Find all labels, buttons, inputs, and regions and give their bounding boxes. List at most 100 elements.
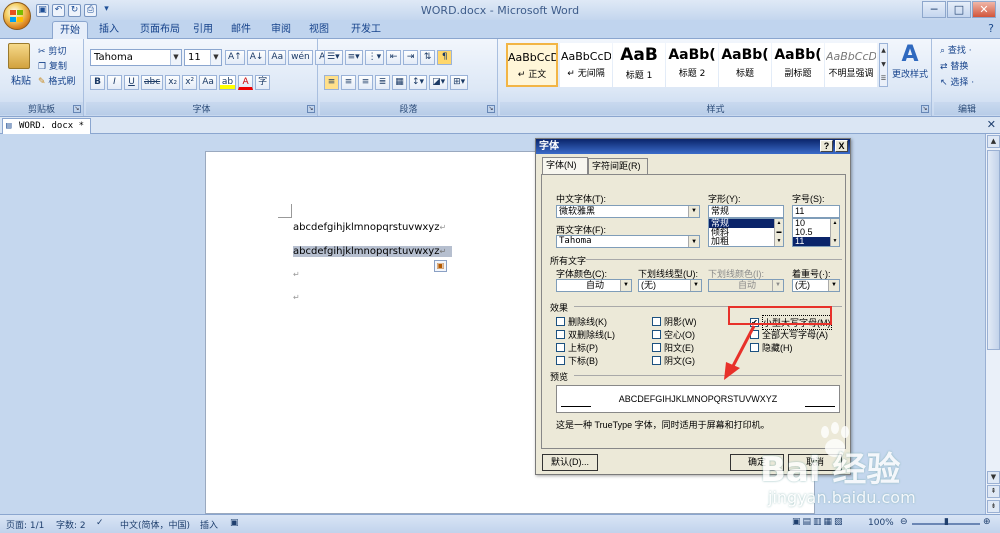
zoom-level[interactable]: 100%	[868, 518, 894, 528]
replace-button[interactable]: ⇄ 替换	[940, 59, 968, 72]
zoom-thumb[interactable]: ▮	[944, 517, 949, 527]
status-insert-mode[interactable]: 插入	[200, 518, 218, 531]
show-marks-icon[interactable]: ¶	[437, 50, 453, 65]
align-center-icon[interactable]: ≡	[341, 75, 356, 90]
borders-icon[interactable]: ⊞▾	[450, 75, 469, 90]
chevron-down-icon[interactable]: ▼	[170, 50, 181, 65]
style-no-spacing[interactable]: AaBbCcD ↵ 无间隔	[560, 43, 612, 87]
bold-button[interactable]: B	[90, 75, 105, 90]
close-document-icon[interactable]: ✕	[987, 118, 996, 131]
paragraph-launcher-icon[interactable]: ↘	[487, 105, 495, 113]
underline-button[interactable]: U	[124, 75, 139, 90]
tab-review[interactable]: 审阅	[264, 21, 298, 39]
style-subtle-emphasis[interactable]: AaBbCcD 不明显强调	[825, 43, 877, 87]
tab-insert[interactable]: 插入	[92, 21, 126, 39]
default-button[interactable]: 默认(D)...	[542, 454, 598, 471]
save-icon[interactable]: ▣	[36, 3, 49, 17]
font-color-select[interactable]: 自动 ▼	[556, 279, 632, 292]
paste-options-icon[interactable]: ▣	[434, 260, 447, 272]
italic-button[interactable]: I	[107, 75, 122, 90]
zoom-in-icon[interactable]: ⊕	[983, 517, 991, 527]
checkbox-strikethrough[interactable]: 删除线(K)	[556, 315, 607, 328]
checkbox-box[interactable]	[652, 356, 661, 365]
line-spacing-icon[interactable]: ↕▾	[409, 75, 428, 90]
qat-dropdown-icon[interactable]: ▾	[100, 4, 113, 17]
font-style-list[interactable]: 常规 倾斜 加粗 ▲ ▬ ▼	[708, 218, 784, 247]
checkbox-subscript[interactable]: 下标(B)	[556, 354, 598, 367]
multilevel-list-icon[interactable]: ⋮▾	[364, 50, 385, 65]
subscript-button[interactable]: x₂	[165, 75, 181, 90]
tab-font[interactable]: 字体(N)	[542, 157, 588, 175]
undo-icon[interactable]: ↶	[52, 3, 65, 17]
checkbox-emboss[interactable]: 阳文(E)	[652, 341, 694, 354]
strikethrough-button[interactable]: abc	[141, 75, 164, 90]
chevron-down-icon[interactable]: ▼	[210, 50, 221, 65]
chevron-down-icon[interactable]: ▼	[688, 236, 699, 247]
checkbox-box[interactable]	[652, 330, 661, 339]
styles-launcher-icon[interactable]: ↘	[921, 105, 929, 113]
sort-icon[interactable]: ⇅	[420, 50, 436, 65]
font-name-combo[interactable]: Tahoma ▼	[90, 49, 182, 66]
change-styles-button[interactable]: A 更改样式	[892, 43, 928, 81]
document-line-1[interactable]: abcdefgihjklmnopqrstuvwxyz↵	[293, 222, 446, 233]
document-line-2-selected[interactable]: abcdefgihjklmnopqrstuvwxyz↵	[293, 246, 453, 257]
increase-indent-icon[interactable]: ⇥	[403, 50, 419, 65]
checkbox-box[interactable]	[652, 317, 661, 326]
distribute-icon[interactable]: ▦	[392, 75, 407, 90]
shading-icon[interactable]: ◪▾	[429, 75, 449, 90]
dialog-close-button[interactable]: X	[835, 140, 848, 152]
tab-developer[interactable]: 开发工具	[342, 21, 390, 52]
clear-format-button[interactable]: Aa	[268, 50, 287, 65]
justify-icon[interactable]: ≣	[375, 75, 390, 90]
tab-references[interactable]: 引用	[186, 21, 220, 39]
font-color-button[interactable]: A	[238, 75, 254, 90]
paste-button[interactable]: 粘贴	[11, 72, 31, 87]
cut-button[interactable]: ✂ 剪切	[38, 44, 66, 57]
font-launcher-icon[interactable]: ↘	[307, 105, 315, 113]
checkbox-all-caps[interactable]: 全部大写字母(A)	[750, 328, 828, 341]
paste-icon[interactable]	[8, 43, 30, 69]
tab-home[interactable]: 开始	[52, 21, 88, 40]
maximize-button[interactable]: □	[947, 1, 971, 18]
checkbox-shadow[interactable]: 阴影(W)	[652, 315, 697, 328]
font-size-combo[interactable]: 11 ▼	[184, 49, 222, 66]
chevron-down-icon[interactable]: ▼	[828, 280, 839, 291]
style-heading-2[interactable]: AaBb(标题 2	[666, 43, 718, 87]
checkbox-double-strikethrough[interactable]: 双删除线(L)	[556, 328, 615, 341]
status-language[interactable]: 中文(简体，中国)	[120, 518, 190, 531]
align-right-icon[interactable]: ≡	[358, 75, 373, 90]
style-heading-1[interactable]: AaB 标题 1	[613, 43, 665, 87]
office-button[interactable]	[3, 2, 31, 30]
style-normal[interactable]: AaBbCcD ↵ 正文	[506, 43, 558, 87]
select-button[interactable]: ↖ 选择 ·	[940, 75, 974, 88]
status-word-count[interactable]: 字数: 2	[56, 518, 86, 531]
document-tab[interactable]: ▤ WORD. docx *	[2, 118, 92, 134]
zoom-out-icon[interactable]: ⊖	[900, 517, 908, 527]
bullets-icon[interactable]: ☰▾	[324, 50, 343, 65]
find-button[interactable]: ⌕ 查找 ·	[940, 43, 972, 56]
phonetic-guide-button[interactable]: wén	[288, 50, 313, 65]
highlight-button[interactable]: ab	[218, 75, 237, 90]
tab-character-spacing[interactable]: 字符间距(R)	[588, 158, 648, 175]
checkbox-box[interactable]	[556, 356, 565, 365]
superscript-button[interactable]: x²	[182, 75, 198, 90]
clipboard-launcher-icon[interactable]: ↘	[73, 105, 81, 113]
print-preview-icon[interactable]: ⎙	[84, 3, 97, 17]
west-font-select[interactable]: Tahoma ▼	[556, 235, 700, 248]
chevron-down-icon[interactable]: ▼	[690, 280, 701, 291]
status-page[interactable]: 页面: 1/1	[6, 518, 44, 531]
dialog-help-button[interactable]: ?	[820, 140, 833, 152]
checkbox-engrave[interactable]: 阴文(G)	[652, 354, 695, 367]
chevron-down-icon[interactable]: ▼	[688, 206, 699, 217]
list-scrollbar[interactable]: ▲ ▼	[830, 219, 839, 246]
redo-icon[interactable]: ↻	[68, 3, 81, 17]
numbering-icon[interactable]: ≡▾	[344, 50, 363, 65]
scroll-up-icon[interactable]: ▲	[987, 135, 1000, 148]
grow-font-button[interactable]: A↑	[225, 50, 245, 65]
help-icon[interactable]: ?	[988, 22, 994, 35]
underline-style-select[interactable]: (无) ▼	[638, 279, 702, 292]
format-painter-button[interactable]: ✎ 格式刷	[38, 74, 75, 87]
chevron-down-icon[interactable]: ▼	[620, 280, 631, 291]
proofing-icon[interactable]: ✓	[96, 518, 104, 528]
checkbox-box[interactable]	[556, 330, 565, 339]
